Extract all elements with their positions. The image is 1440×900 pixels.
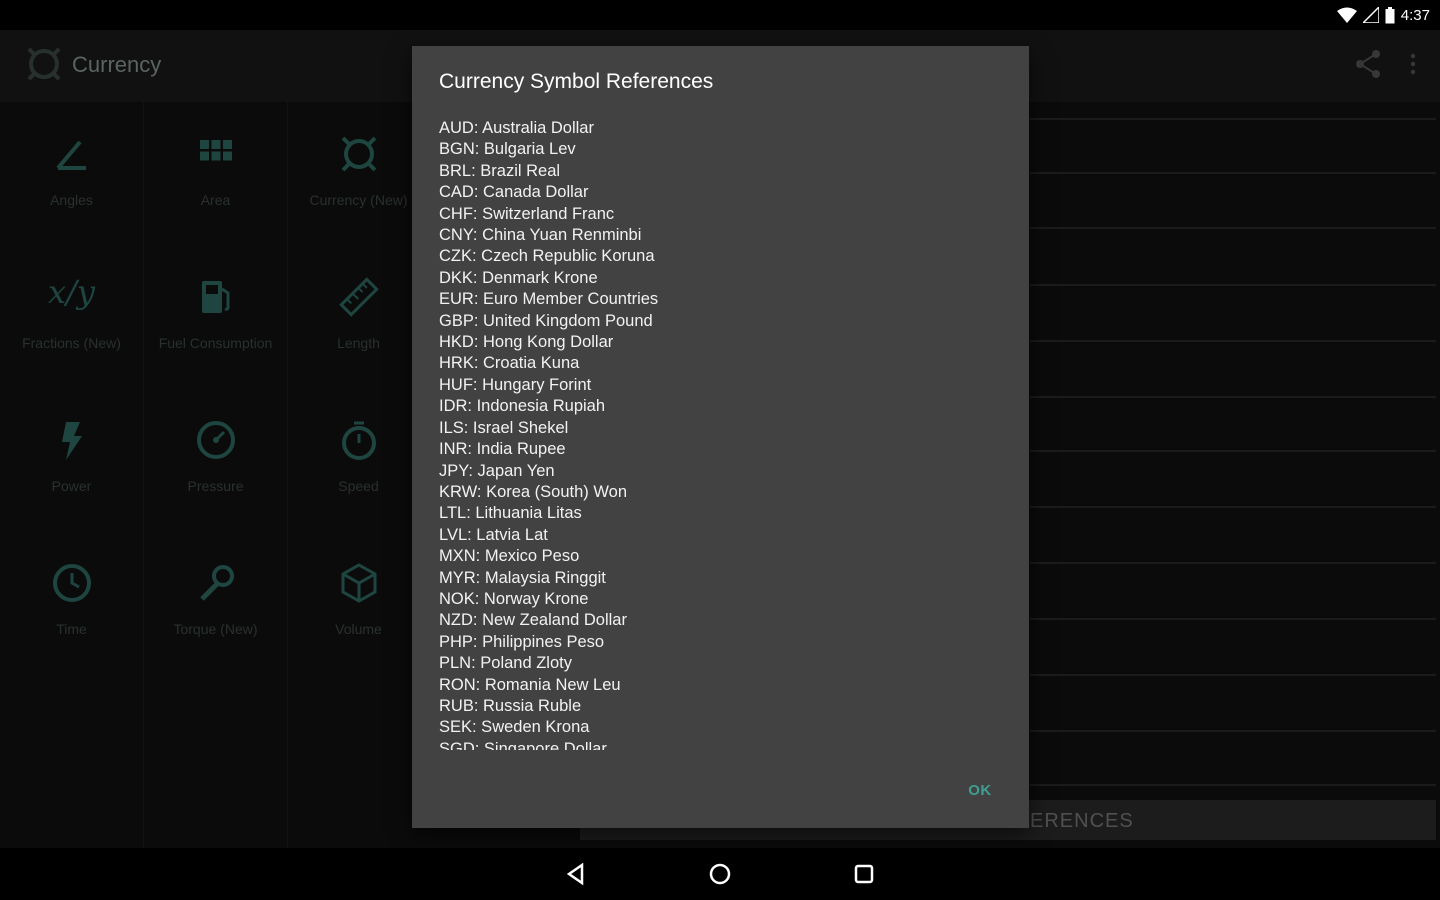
currency-item: IDR: Indonesia Rupiah [439, 397, 606, 416]
currency-item: PLN: Poland Zloty [439, 654, 572, 673]
currency-item: ILS: Israel Shekel [439, 418, 569, 437]
currency-item: DKK: Denmark Krone [439, 268, 598, 287]
currency-item: JPY: Japan Yen [439, 461, 555, 480]
currency-item: HUF: Hungary Forint [439, 375, 592, 394]
currency-item: SGD: Singapore Dollar [439, 739, 607, 750]
currency-item: GBP: United Kingdom Pound [439, 311, 653, 330]
back-icon[interactable] [562, 860, 590, 888]
home-icon[interactable] [706, 860, 734, 888]
currency-item: NZD: New Zealand Dollar [439, 611, 627, 630]
dialog-title: Currency Symbol References [439, 70, 714, 93]
currency-item: MXN: Mexico Peso [439, 547, 580, 566]
currency-item: HRK: Croatia Kuna [439, 354, 580, 373]
currency-item: RON: Romania New Leu [439, 675, 621, 694]
currency-item: RUB: Russia Ruble [439, 696, 582, 715]
currency-item: BGN: Bulgaria Lev [439, 140, 576, 159]
currency-list[interactable]: AUD: Australia Dollar BGN: Bulgaria Lev BR… [439, 118, 999, 750]
wifi-icon [1336, 7, 1357, 23]
currency-references-dialog: Currency Symbol References AUD: Australi… [412, 46, 1029, 828]
status-icons: 4:37 [1336, 5, 1430, 25]
currency-item: LTL: Lithuania Litas [439, 504, 582, 523]
currency-item: CNY: China Yuan Renminbi [439, 226, 642, 245]
currency-item: INR: India Rupee [439, 440, 566, 459]
ok-button[interactable]: OK [952, 776, 1008, 806]
currency-item: KRW: Korea (South) Won [439, 482, 628, 501]
currency-item: AUD: Australia Dollar [439, 119, 594, 137]
currency-item: NOK: Norway Krone [439, 589, 589, 608]
currency-item: CHF: Switzerland Franc [439, 204, 615, 223]
currency-item: MYR: Malaysia Ringgit [439, 568, 606, 587]
navigation-bar [0, 848, 1440, 900]
currency-item: SEK: Sweden Krona [439, 718, 590, 737]
currency-item: CZK: Czech Republic Koruna [439, 247, 655, 266]
currency-item: CAD: Canada Dollar [439, 183, 589, 202]
currency-item: LVL: Latvia Lat [439, 525, 548, 544]
recents-icon[interactable] [850, 860, 878, 888]
battery-icon [1385, 6, 1395, 23]
signal-icon [1362, 7, 1379, 23]
status-time: 4:37 [1400, 6, 1430, 24]
status-bar: 4:37 [0, 0, 1440, 30]
currency-item: BRL: Brazil Real [439, 161, 561, 180]
currency-item: EUR: Euro Member Countries [439, 290, 659, 309]
currency-item: PHP: Philippines Peso [439, 632, 605, 651]
currency-item: HKD: Hong Kong Dollar [439, 333, 614, 352]
